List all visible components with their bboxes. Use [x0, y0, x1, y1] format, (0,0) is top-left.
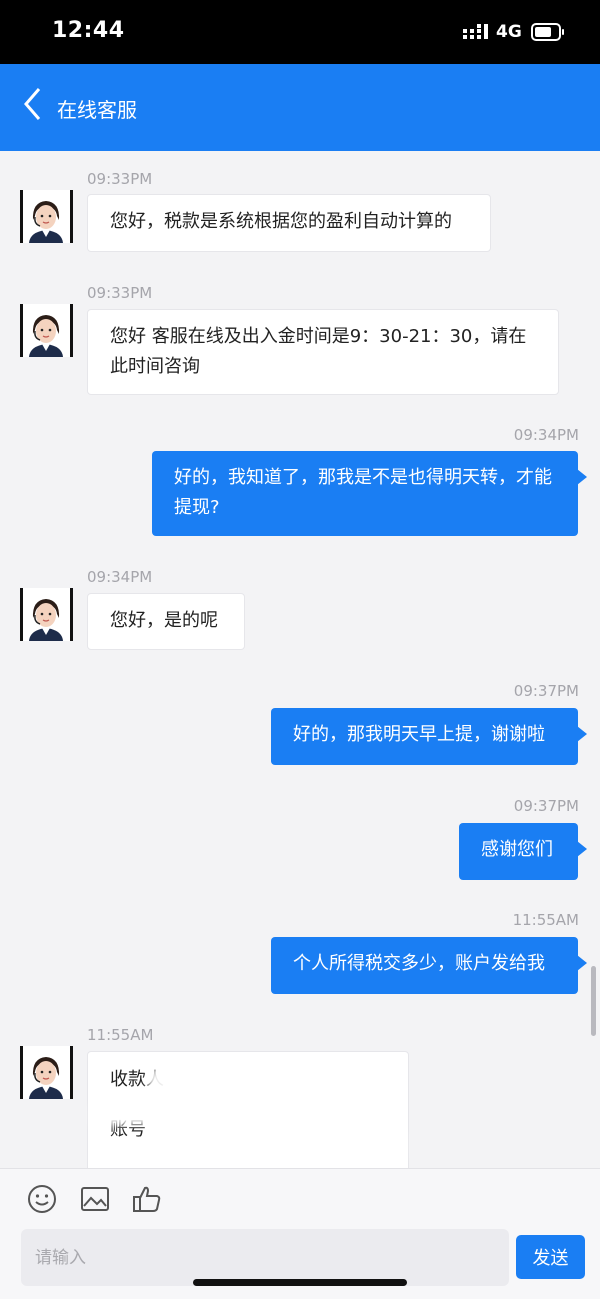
- status-time: 12:44: [52, 18, 125, 43]
- thumbs-up-icon[interactable]: [131, 1183, 163, 1215]
- signal-icon: [463, 24, 488, 39]
- message-text: 您好 客服在线及出入金时间是9：30-21：30，请在此时间咨询: [110, 326, 527, 377]
- chat-message-list: 09:33PM 您好，税款是系统根据您的盈利自动计算的 09:33PM 您好 客…: [0, 151, 600, 1168]
- battery-icon: [531, 23, 564, 41]
- message-bubble: 好的，我知道了，那我是不是也得明天转，才能提现?: [152, 451, 587, 536]
- message-incoming: 09:34PM 您好，是的呢: [0, 549, 600, 659]
- agent-avatar: [20, 1046, 73, 1099]
- message-timestamp: 09:37PM: [513, 797, 579, 815]
- message-outgoing: 11:55AM 个人所得税交多少，账户发给我: [0, 892, 600, 1002]
- message-text: 您好，税款是系统根据您的盈利自动计算的: [110, 211, 452, 232]
- message-text: 个人所得税交多少，账户发给我: [293, 953, 545, 974]
- nav-bar: 在线客服: [0, 64, 600, 151]
- message-bubble: 个人所得税交多少，账户发给我: [271, 937, 587, 994]
- message-text: 您好，是的呢: [110, 610, 218, 631]
- message-timestamp: 11:55AM: [512, 911, 579, 929]
- redaction-mask: [148, 1069, 260, 1097]
- message-incoming: 09:33PM 您好，税款是系统根据您的盈利自动计算的: [0, 151, 600, 261]
- message-outgoing: 09:34PM 好的，我知道了，那我是不是也得明天转，才能提现?: [0, 407, 600, 542]
- message-outgoing: 09:37PM 好的，那我明天早上提，谢谢啦: [0, 663, 600, 773]
- message-text: 好的，那我明天早上提，谢谢啦: [293, 724, 545, 745]
- status-bar: 12:44 4G: [0, 0, 600, 64]
- send-button[interactable]: 发送: [516, 1235, 585, 1279]
- message-incoming: 11:55AM 收款人 账号: [0, 1007, 600, 1168]
- agent-avatar: [20, 304, 73, 357]
- message-timestamp: 09:33PM: [87, 284, 153, 302]
- message-bubble: 感谢您们: [459, 823, 587, 880]
- message-timestamp: 09:34PM: [87, 568, 153, 586]
- chat-input-bar: 发送: [0, 1168, 600, 1299]
- message-bubble: 您好 客服在线及出入金时间是9：30-21：30，请在此时间咨询: [87, 309, 559, 395]
- image-icon[interactable]: [79, 1183, 111, 1215]
- message-text: 感谢您们: [481, 839, 553, 860]
- network-label: 4G: [496, 22, 522, 42]
- chevron-left-icon[interactable]: [20, 84, 46, 124]
- message-bubble: 您好，税款是系统根据您的盈利自动计算的: [87, 194, 491, 252]
- message-bubble: 好的，那我明天早上提，谢谢啦: [271, 708, 587, 765]
- emoji-icon[interactable]: [26, 1183, 58, 1215]
- message-incoming: 09:33PM 您好 客服在线及出入金时间是9：30-21：30，请在此时间咨询: [0, 265, 600, 400]
- message-outgoing: 09:37PM 感谢您们: [0, 778, 600, 888]
- message-timestamp: 09:34PM: [513, 426, 579, 444]
- page-title: 在线客服: [57, 98, 137, 122]
- message-timestamp: 09:33PM: [87, 170, 153, 188]
- agent-avatar: [20, 190, 73, 243]
- message-timestamp: 11:55AM: [87, 1026, 154, 1044]
- redaction-mask: [156, 1133, 404, 1159]
- home-indicator[interactable]: [193, 1279, 407, 1286]
- message-text: 好的，我知道了，那我是不是也得明天转，才能提现?: [174, 467, 552, 518]
- agent-avatar: [20, 588, 73, 641]
- redaction-mask: [92, 1105, 382, 1125]
- message-input[interactable]: [21, 1229, 509, 1286]
- chat-scrollbar[interactable]: [591, 966, 596, 1036]
- message-bubble: 您好，是的呢: [87, 593, 245, 650]
- message-timestamp: 09:37PM: [513, 682, 579, 700]
